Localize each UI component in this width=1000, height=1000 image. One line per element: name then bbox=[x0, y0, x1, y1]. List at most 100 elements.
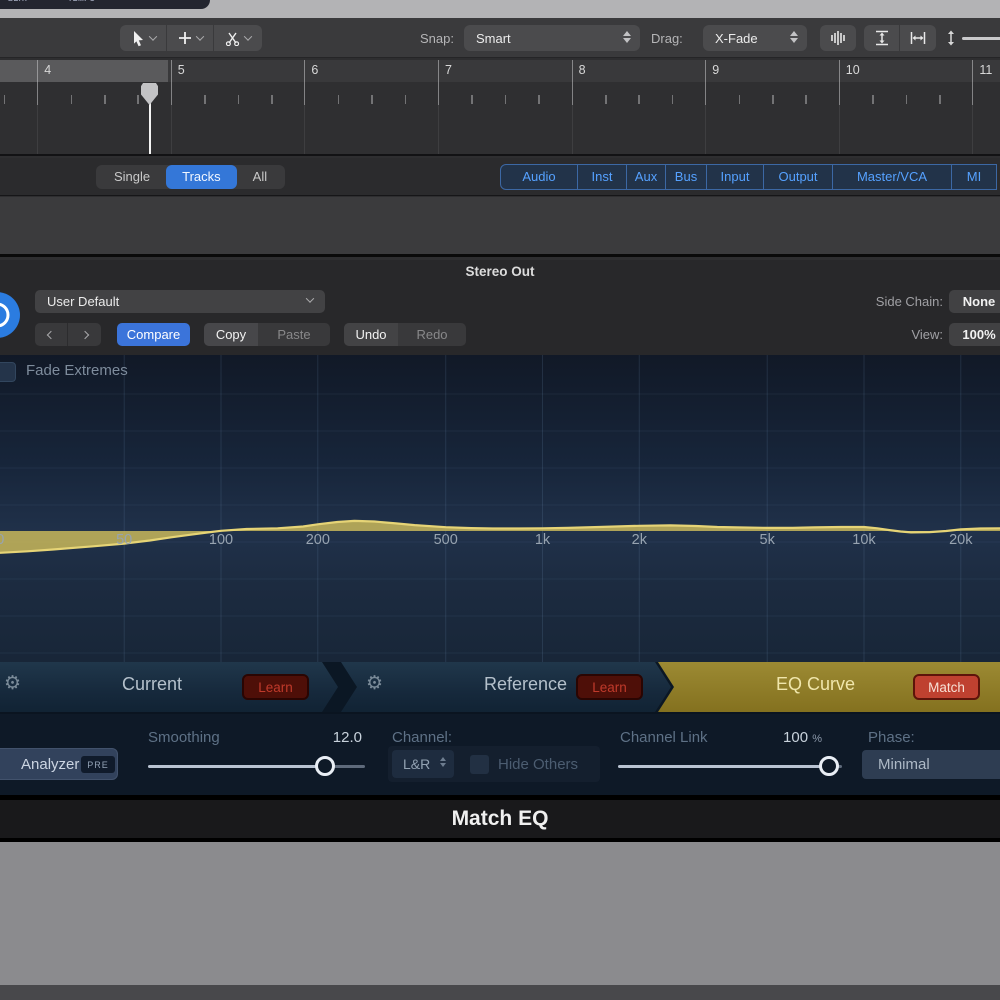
view-label: View: bbox=[823, 327, 943, 342]
chevron-down-icon bbox=[306, 294, 314, 302]
eq-curve-section-tab[interactable]: EQ Curve Match bbox=[658, 662, 1000, 712]
pre-badge: PRE bbox=[81, 756, 115, 773]
drag-dropdown[interactable]: X-Fade bbox=[703, 25, 807, 51]
reference-label: Reference bbox=[484, 674, 567, 695]
waveform-zoom-button[interactable] bbox=[820, 25, 856, 51]
smoothing-slider[interactable] bbox=[334, 765, 365, 768]
channel-label: Channel: bbox=[392, 729, 452, 746]
snap-label: Snap: bbox=[420, 31, 454, 46]
fade-extremes-label: Fade Extremes bbox=[26, 362, 128, 379]
channel-value: L&R bbox=[403, 756, 430, 772]
undo-redo-group: Undo Redo bbox=[344, 323, 466, 346]
zoom-slider[interactable] bbox=[962, 37, 1000, 40]
freq-tick-label: 1k bbox=[535, 532, 550, 548]
lcd-tempo-label: TEMPO bbox=[68, 0, 95, 3]
ruler-beat-tick bbox=[338, 95, 340, 104]
hide-others-checkbox[interactable] bbox=[470, 755, 489, 774]
next-preset-button[interactable] bbox=[68, 323, 101, 346]
preset-dropdown[interactable]: User Default bbox=[35, 290, 325, 313]
view-sections: ⚙ Current Learn ⚙ Reference Learn EQ Cur… bbox=[0, 662, 1000, 712]
cycle-region[interactable] bbox=[0, 60, 168, 82]
channel-tab-mi[interactable]: MI bbox=[951, 164, 997, 190]
ruler-bar-line-ext bbox=[705, 105, 706, 154]
compare-button[interactable]: Compare bbox=[117, 323, 190, 346]
filter-tab-tracks[interactable]: Tracks bbox=[166, 165, 237, 189]
chevron-left-icon bbox=[47, 330, 55, 338]
plugin-header: Stereo Out User Default Side Chain: None… bbox=[0, 260, 1000, 355]
power-icon bbox=[0, 292, 20, 338]
smoothing-label: Smoothing bbox=[148, 729, 220, 746]
freq-tick-label: 2k bbox=[632, 532, 647, 548]
eq-graph[interactable]: Fade Extremes 20501002005001k2k5k10k20k bbox=[0, 355, 1000, 662]
channel-dropdown[interactable]: L&R bbox=[392, 750, 454, 778]
scissors-tool-button[interactable] bbox=[214, 25, 261, 51]
current-learn-button[interactable]: Learn bbox=[242, 674, 309, 700]
channel-tab-aux[interactable]: Aux bbox=[626, 164, 666, 190]
previous-preset-button[interactable] bbox=[35, 323, 68, 346]
ruler-bar-line bbox=[972, 60, 973, 105]
vertical-zoom-icon bbox=[875, 30, 889, 46]
bottom-strip bbox=[0, 985, 1000, 1000]
freq-tick-label: 20 bbox=[0, 532, 4, 548]
control-bar: Snap: Smart Drag: X-Fade bbox=[0, 18, 1000, 58]
ruler-beat-tick bbox=[772, 95, 774, 104]
current-section-tab[interactable]: ⚙ Current Learn bbox=[0, 662, 338, 712]
channel-tab-audio[interactable]: Audio bbox=[500, 164, 578, 190]
redo-button[interactable]: Redo bbox=[398, 323, 466, 346]
match-button[interactable]: Match bbox=[913, 674, 980, 700]
snap-dropdown[interactable]: Smart bbox=[464, 25, 640, 51]
channel-tab-bus[interactable]: Bus bbox=[665, 164, 707, 190]
reference-section-tab[interactable]: ⚙ Reference Learn bbox=[341, 662, 671, 712]
preset-nav-group bbox=[35, 323, 101, 346]
zoom-group bbox=[864, 25, 936, 51]
drag-label: Drag: bbox=[651, 31, 683, 46]
undo-button[interactable]: Undo bbox=[344, 323, 398, 346]
pointer-tool-button[interactable] bbox=[120, 25, 167, 51]
paste-button[interactable]: Paste bbox=[258, 323, 330, 346]
filter-tab-all[interactable]: All bbox=[237, 165, 283, 189]
fade-extremes-checkbox[interactable] bbox=[0, 362, 16, 382]
copy-button[interactable]: Copy bbox=[204, 323, 258, 346]
channel-tab-output[interactable]: Output bbox=[763, 164, 833, 190]
playhead-marker[interactable] bbox=[141, 83, 158, 105]
channel-tab-master-vca[interactable]: Master/VCA bbox=[832, 164, 952, 190]
channel-tab-input[interactable]: Input bbox=[706, 164, 764, 190]
horizontal-zoom-button[interactable] bbox=[900, 25, 936, 51]
channel-link-slider-knob[interactable] bbox=[819, 756, 839, 776]
ruler-beat-tick bbox=[872, 95, 874, 104]
smoothing-slider[interactable] bbox=[148, 765, 316, 768]
phase-label: Phase: bbox=[868, 729, 915, 746]
gear-icon[interactable]: ⚙ bbox=[366, 672, 383, 695]
phase-dropdown[interactable]: Minimal bbox=[862, 750, 1000, 779]
ruler-bar-label: 4 bbox=[44, 63, 51, 77]
channel-link-value: 100 % bbox=[750, 729, 822, 746]
plugin-controls: Analyzer PRE Smoothing 12.0 Channel: L&R… bbox=[0, 712, 1000, 795]
freq-tick-label: 100 bbox=[209, 532, 233, 548]
filter-tab-single[interactable]: Single bbox=[98, 165, 166, 189]
timeline-ruler[interactable]: 4567891011 bbox=[0, 60, 1000, 156]
freq-tick-label: 500 bbox=[434, 532, 458, 548]
smoothing-value: 12.0 bbox=[300, 729, 362, 746]
snap-value: Smart bbox=[476, 31, 511, 46]
ruler-bar-line-ext bbox=[839, 105, 840, 154]
channel-link-slider[interactable] bbox=[618, 765, 820, 768]
side-chain-dropdown[interactable]: None bbox=[949, 290, 1000, 313]
plugin-window-title: Match EQ bbox=[0, 800, 1000, 838]
analyzer-button[interactable]: Analyzer PRE bbox=[0, 748, 118, 780]
channel-tab-inst[interactable]: Inst bbox=[577, 164, 627, 190]
fade-tool-button[interactable] bbox=[167, 25, 214, 51]
analyzer-label: Analyzer bbox=[21, 756, 79, 773]
smoothing-slider-knob[interactable] bbox=[315, 756, 335, 776]
view-dropdown[interactable]: 100% bbox=[949, 323, 1000, 346]
lcd-beat-label: BEAT bbox=[8, 0, 29, 3]
reference-learn-button[interactable]: Learn bbox=[576, 674, 643, 700]
gear-icon[interactable]: ⚙ bbox=[4, 672, 21, 695]
vertical-zoom-button[interactable] bbox=[864, 25, 900, 51]
scissors-icon bbox=[225, 31, 240, 46]
channel-link-unit: % bbox=[812, 733, 822, 745]
freq-tick-label: 10k bbox=[852, 532, 875, 548]
drag-value: X-Fade bbox=[715, 31, 758, 46]
plugin-power-button[interactable] bbox=[0, 292, 20, 338]
freq-tick-label: 200 bbox=[306, 532, 330, 548]
ruler-bar-label: 8 bbox=[579, 63, 586, 77]
